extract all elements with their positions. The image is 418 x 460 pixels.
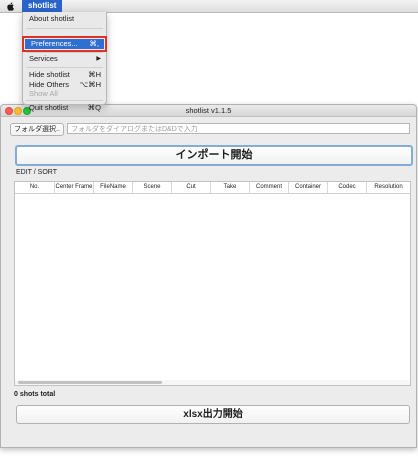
menu-item-about[interactable]: About shotlist [29, 14, 101, 24]
menu-item-label: Services [29, 54, 58, 63]
menu-item-services[interactable]: Services ▶ [29, 54, 101, 64]
app-menu-shotlist[interactable]: shotlist [22, 0, 63, 12]
column-header-no[interactable]: No. [15, 182, 55, 193]
start-import-button[interactable]: インポート開始 [15, 145, 413, 166]
app-window: shotlist v1.1.5 フォルダ選択.. フォルダをダイアログまたはD&… [0, 104, 417, 448]
menu-item-label: Hide Others [29, 80, 70, 89]
apple-logo-icon[interactable] [6, 0, 16, 12]
column-header-take[interactable]: Take [211, 182, 250, 193]
table-header: No. Center Frame FileName Scene Cut Take… [15, 182, 410, 194]
folder-path-input[interactable]: フォルダをダイアログまたはD&Dで入力 [67, 123, 410, 134]
menu-item-hide-shotlist[interactable]: Hide shotlist ⌘H [29, 70, 101, 80]
menu-item-label: Hide shotlist [29, 70, 70, 79]
scrollbar-thumb[interactable] [18, 381, 162, 384]
column-header-container[interactable]: Container [289, 182, 328, 193]
menu-item-quit[interactable]: Quit shotlist ⌘Q [29, 103, 101, 113]
menu-separator [26, 67, 103, 68]
menu-item-shortcut: ⌘H [88, 70, 101, 79]
menu-separator [26, 52, 103, 53]
shots-table[interactable]: No. Center Frame FileName Scene Cut Take… [14, 181, 411, 386]
column-header-comment[interactable]: Comment [250, 182, 289, 193]
start-xlsx-export-button[interactable]: xlsx出力開始 [16, 405, 410, 424]
window-title: shotlist v1.1.5 [185, 106, 232, 115]
edit-sort-label: EDIT / SORT [16, 169, 57, 176]
menu-separator [26, 100, 103, 101]
menu-item-label: Preferences... [31, 39, 78, 48]
menu-item-shortcut: ⌘Q [87, 103, 101, 112]
app-dropdown-menu: About shotlist Preferences... ⌘, Service… [22, 12, 107, 112]
menu-item-label: Show All [29, 89, 58, 98]
menu-item-label: Quit shotlist [29, 103, 69, 112]
close-window-icon[interactable] [5, 107, 13, 115]
column-header-codec[interactable]: Codec [328, 182, 367, 193]
menu-item-shortcut: ⌘, [89, 39, 99, 48]
menu-item-label: About shotlist [29, 14, 75, 23]
column-header-resolution[interactable]: Resolution [367, 182, 410, 193]
menu-separator [26, 28, 103, 29]
menu-item-show-all: Show All [29, 89, 101, 99]
select-folder-button[interactable]: フォルダ選択.. [10, 123, 64, 136]
horizontal-scrollbar[interactable] [15, 380, 410, 385]
submenu-arrow-icon: ▶ [96, 56, 101, 62]
shots-total-count: 0 shots total [14, 391, 56, 398]
column-header-cut[interactable]: Cut [172, 182, 211, 193]
minimize-window-icon[interactable] [14, 107, 22, 115]
menu-item-preferences[interactable]: Preferences... ⌘, [22, 36, 107, 52]
column-header-filename[interactable]: FileName [94, 182, 133, 193]
column-header-center-frame[interactable]: Center Frame [55, 182, 94, 193]
column-header-scene[interactable]: Scene [133, 182, 172, 193]
